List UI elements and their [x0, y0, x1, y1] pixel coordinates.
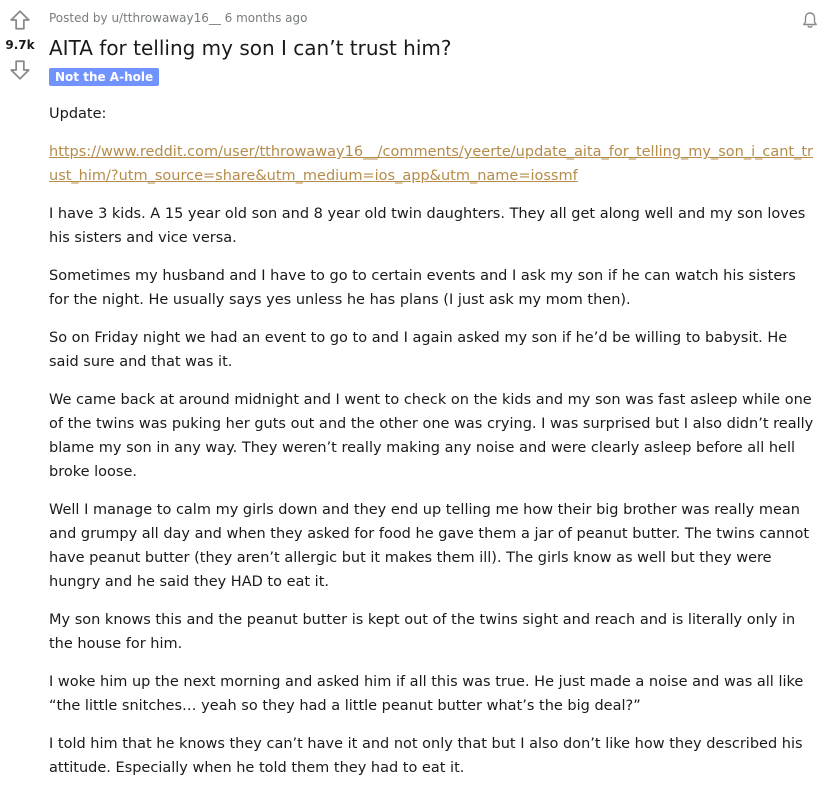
post-title[interactable]: AITA for telling my son I can’t trust hi…	[49, 34, 814, 62]
post-paragraph-5: Well I manage to calm my girls down and …	[49, 502, 810, 590]
post-author[interactable]: Posted by u/tthrowaway16__	[49, 11, 221, 25]
post-paragraph-2: Sometimes my husband and I have to go to…	[49, 268, 796, 308]
post-container: Posted by u/tthrowaway16__ 6 months ago …	[49, 0, 817, 794]
post-paragraph-4: We came back at around midnight and I we…	[49, 392, 814, 480]
post-body: Update: https://www.reddit.com/user/tthr…	[49, 102, 814, 780]
post-paragraph-7: I woke him up the next morning and asked…	[49, 674, 804, 714]
upvote-arrow-icon	[10, 10, 30, 30]
downvote-arrow-icon	[10, 60, 30, 80]
post-paragraph-6: My son knows this and the peanut butter …	[49, 612, 796, 652]
notification-button[interactable]	[800, 10, 820, 30]
post-paragraph-8: I told him that he knows they can’t have…	[49, 736, 803, 776]
bell-icon	[803, 12, 817, 28]
update-label: Update:	[49, 106, 107, 122]
post-meta: Posted by u/tthrowaway16__ 6 months ago	[49, 10, 817, 28]
vote-score: 9.7k	[5, 38, 35, 52]
downvote-button[interactable]	[6, 56, 34, 84]
vote-bar: 9.7k	[0, 6, 40, 84]
post-paragraph-1: I have 3 kids. A 15 year old son and 8 y…	[49, 206, 806, 246]
update-link[interactable]: https://www.reddit.com/user/tthrowaway16…	[49, 144, 813, 184]
post-flair[interactable]: Not the A-hole	[49, 68, 160, 86]
post-paragraph-3: So on Friday night we had an event to go…	[49, 330, 788, 370]
post-time[interactable]: 6 months ago	[225, 11, 308, 25]
upvote-button[interactable]	[6, 6, 34, 34]
